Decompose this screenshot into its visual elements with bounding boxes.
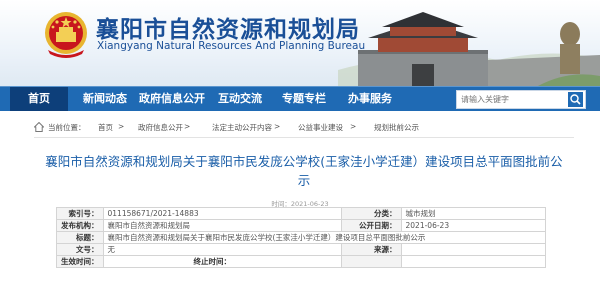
city-gate-scenery-image: [338, 12, 600, 86]
value-effective-date: 终止时间：: [102, 255, 342, 268]
value-category: 城市规划: [400, 207, 546, 220]
label-title: 标题：: [56, 231, 104, 244]
header-banner: 襄阳市自然资源和规划局 Xiangyang Natural Resources …: [0, 0, 600, 86]
search-input[interactable]: [457, 91, 565, 108]
breadcrumb-sep: >: [184, 122, 191, 131]
site-subtitle: Xiangyang Natural Resources And Planning…: [97, 40, 366, 52]
label-index: 索引号：: [56, 207, 104, 220]
label-source: 来源：: [340, 243, 402, 256]
site-title: 襄阳市自然资源和规划局: [96, 17, 360, 43]
divider: [34, 137, 574, 138]
breadcrumb-sep: >: [118, 122, 125, 131]
value-publisher: 襄阳市自然资源和规划局: [102, 219, 342, 232]
nav-news[interactable]: 新闻动态: [78, 87, 132, 111]
breadcrumb-item-gov-info[interactable]: 政府信息公开: [138, 122, 183, 133]
breadcrumb-sep: >: [274, 122, 281, 131]
national-emblem-icon: [45, 12, 87, 58]
breadcrumb-item-planning[interactable]: 规划批前公示: [374, 122, 419, 133]
breadcrumb: 当前位置： 首页 > 政府信息公开 > 法定主动公开内容 > 公益事业建设 > …: [34, 122, 574, 136]
nav-topics[interactable]: 专题专栏: [276, 87, 332, 111]
value-publish-date: 2021-06-23: [400, 219, 546, 232]
article-title: 襄阳市自然资源和规划局关于襄阳市民发庞公学校(王家洼小学迁建）建设项目总平面图批…: [45, 154, 563, 188]
table-row: 标题： 襄阳市自然资源和规划局关于襄阳市民发庞公学校(王家洼小学迁建）建设项目总…: [56, 231, 546, 244]
value-index: 011158671/2021-14883: [102, 207, 342, 220]
table-row: 发布机构： 襄阳市自然资源和规划局 公开日期： 2021-06-23: [56, 219, 546, 232]
breadcrumb-item-legal[interactable]: 法定主动公开内容: [212, 122, 272, 133]
label-effective-date: 生效时间：: [56, 255, 104, 268]
label-publisher: 发布机构：: [56, 219, 104, 232]
table-row: 生效时间： 终止时间：: [56, 255, 546, 268]
nav-gov-info[interactable]: 政府信息公开: [138, 87, 206, 111]
main-nav: 首页 新闻动态 政府信息公开 互动交流 专题专栏 办事服务: [0, 86, 600, 111]
nav-services[interactable]: 办事服务: [342, 87, 398, 111]
label-end-date: 终止时间：: [193, 257, 232, 266]
value-title: 襄阳市自然资源和规划局关于襄阳市民发庞公学校(王家洼小学迁建）建设项目总平面图批…: [102, 231, 546, 244]
table-row: 索引号： 011158671/2021-14883 分类： 城市规划: [56, 207, 546, 220]
nav-home[interactable]: 首页: [10, 87, 68, 111]
label-doc-number: 文号：: [56, 243, 104, 256]
nav-interaction[interactable]: 互动交流: [212, 87, 268, 111]
label-publish-date: 公开日期：: [340, 219, 402, 232]
breadcrumb-item-public[interactable]: 公益事业建设: [298, 122, 343, 133]
breadcrumb-sep: >: [350, 122, 357, 131]
label-category: 分类：: [340, 207, 402, 220]
table-row: 文号： 无 来源：: [56, 243, 546, 256]
value-source: [400, 243, 546, 256]
info-table: 索引号： 011158671/2021-14883 分类： 城市规划 发布机构：…: [56, 207, 546, 268]
value-doc-number: 无: [102, 243, 342, 256]
search-box: [456, 90, 586, 109]
breadcrumb-label: 当前位置：: [48, 123, 86, 132]
search-icon[interactable]: [568, 92, 583, 107]
breadcrumb-item-home[interactable]: 首页: [98, 122, 113, 133]
